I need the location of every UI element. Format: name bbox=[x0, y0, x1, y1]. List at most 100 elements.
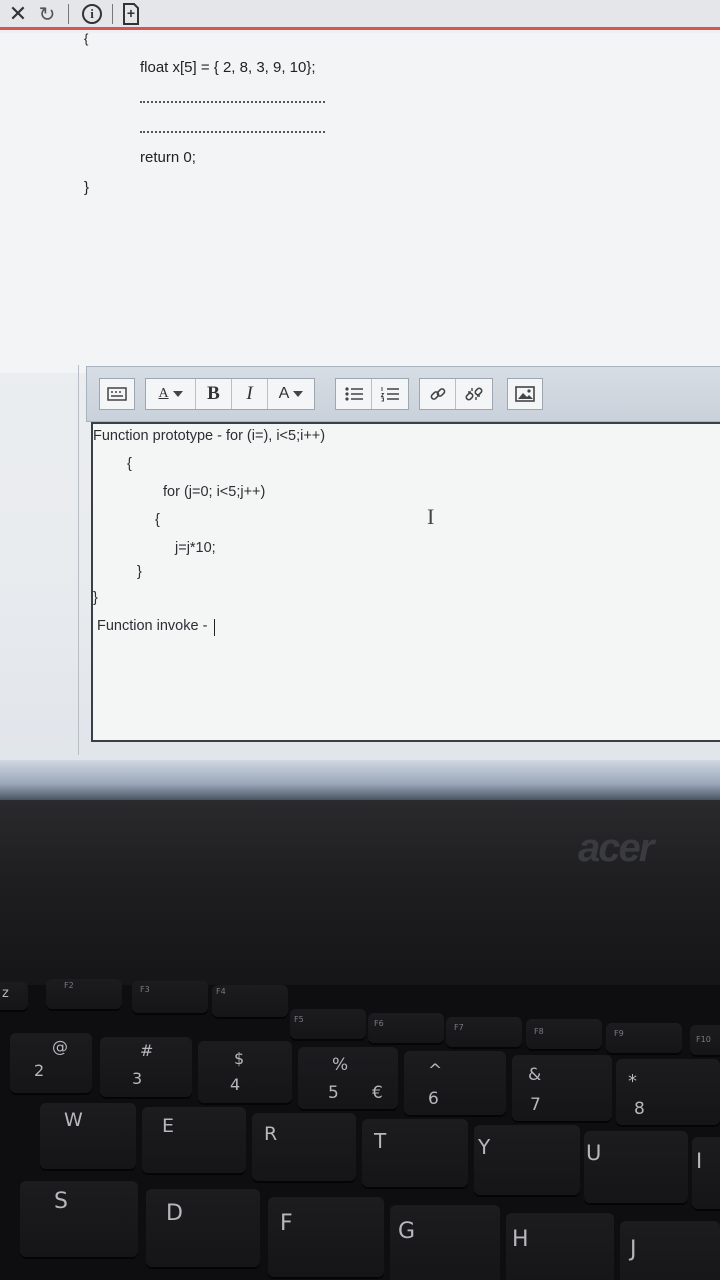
keyboard-icon[interactable] bbox=[100, 379, 134, 409]
key-f10: F10 bbox=[690, 1025, 720, 1055]
key-6-bottom: 6 bbox=[428, 1089, 439, 1109]
key-t: T bbox=[362, 1119, 468, 1187]
editor-toolbar: A B I A bbox=[86, 366, 720, 422]
key-f7: F7 bbox=[446, 1017, 522, 1047]
key-d: D bbox=[146, 1189, 260, 1267]
code-close-brace: } bbox=[84, 179, 90, 196]
new-document-plus: + bbox=[126, 5, 136, 21]
toolbar-group-links bbox=[419, 378, 493, 410]
answer-box-left-border bbox=[78, 365, 79, 755]
toolbar-divider bbox=[68, 4, 69, 24]
key-4-bottom: 4 bbox=[230, 1075, 241, 1094]
key-e-label: E bbox=[162, 1115, 175, 1137]
key-f7-label: F7 bbox=[454, 1023, 464, 1032]
key-f9: F9 bbox=[606, 1023, 682, 1053]
text-caret bbox=[214, 619, 215, 636]
key-f3: F3 bbox=[132, 981, 208, 1013]
numbered-list-icon[interactable] bbox=[372, 379, 408, 409]
toolbar-group-keyboard bbox=[99, 378, 135, 410]
bullet-list-icon[interactable] bbox=[336, 379, 372, 409]
insert-image-icon[interactable] bbox=[508, 379, 542, 409]
key-5: % 5 € bbox=[298, 1047, 398, 1109]
key-3-top: # bbox=[140, 1041, 154, 1060]
key-zz-label: z bbox=[2, 986, 9, 1001]
key-g: G bbox=[390, 1205, 500, 1280]
key-7-bottom: 7 bbox=[530, 1095, 541, 1115]
close-icon[interactable]: ✕ bbox=[6, 1, 30, 26]
key-y: Y bbox=[474, 1125, 580, 1195]
key-y-label: Y bbox=[478, 1135, 491, 1159]
new-document-icon[interactable]: + bbox=[120, 3, 142, 25]
code-return-line: return 0; bbox=[140, 149, 196, 166]
key-f4: F4 bbox=[212, 985, 288, 1017]
bold-button[interactable]: B bbox=[196, 379, 232, 409]
link-icon[interactable] bbox=[420, 379, 456, 409]
toolbar-group-format: A B I A bbox=[145, 378, 315, 410]
key-f3-label: F3 bbox=[140, 985, 150, 994]
key-5-top: % bbox=[332, 1055, 349, 1075]
blank-line-2 bbox=[140, 131, 325, 133]
key-i: I bbox=[692, 1137, 720, 1209]
laptop-brand-logo: acer bbox=[578, 826, 654, 870]
key-f-label: F bbox=[280, 1211, 293, 1236]
editor-line-invoke: Function invoke - bbox=[97, 618, 208, 634]
key-2: @ 2 bbox=[10, 1033, 92, 1093]
key-r: R bbox=[252, 1113, 356, 1181]
key-d-label: D bbox=[166, 1201, 183, 1226]
editor-line-inner-brace-close: } bbox=[137, 564, 142, 580]
key-fn-z: z bbox=[0, 982, 28, 1010]
key-w-label: W bbox=[64, 1109, 83, 1131]
key-f6: F6 bbox=[368, 1013, 444, 1043]
key-w: W bbox=[40, 1103, 136, 1169]
key-f: F bbox=[268, 1197, 384, 1277]
editor-line-statement: j=j*10; bbox=[175, 540, 216, 556]
key-h-label: H bbox=[512, 1227, 529, 1252]
key-f8: F8 bbox=[526, 1019, 602, 1049]
editor-line-inner-brace-open: { bbox=[155, 512, 160, 528]
toolbar-group-image bbox=[507, 378, 543, 410]
editor-line-prototype: Function prototype - for (i=), i<5;i++) bbox=[93, 428, 326, 444]
key-f5: F5 bbox=[290, 1009, 366, 1039]
key-3: # 3 bbox=[100, 1037, 192, 1097]
font-color-button[interactable]: A bbox=[268, 379, 314, 409]
key-h: H bbox=[506, 1213, 614, 1280]
key-f4-label: F4 bbox=[216, 987, 226, 996]
answer-text-area[interactable]: Function prototype - for (i=), i<5;i++) … bbox=[91, 422, 720, 742]
key-f10-label: F10 bbox=[696, 1035, 711, 1044]
toolbar-divider bbox=[112, 4, 113, 24]
key-8-top: * bbox=[628, 1071, 637, 1092]
key-4: $ 4 bbox=[198, 1041, 292, 1103]
key-2-bottom: 2 bbox=[34, 1061, 45, 1080]
key-f6-label: F6 bbox=[374, 1019, 384, 1028]
reload-icon[interactable]: ↻ bbox=[36, 3, 58, 26]
italic-button[interactable]: I bbox=[232, 379, 268, 409]
key-7-top: & bbox=[528, 1065, 542, 1085]
key-7: & 7 bbox=[512, 1055, 612, 1121]
info-icon[interactable]: i bbox=[80, 3, 104, 25]
editor-line-brace-open: { bbox=[127, 456, 132, 472]
font-size-button[interactable]: A bbox=[146, 379, 196, 409]
app-toolbar: ✕ ↻ i + bbox=[0, 0, 720, 30]
code-open-brace: { bbox=[84, 31, 89, 46]
unlink-icon[interactable] bbox=[456, 379, 492, 409]
question-code-panel: { float x[5] = { 2, 8, 3, 9, 10}; return… bbox=[0, 31, 720, 373]
info-icon-glyph: i bbox=[90, 6, 94, 21]
key-4-top: $ bbox=[234, 1049, 245, 1068]
key-e: E bbox=[142, 1107, 246, 1173]
key-f9-label: F9 bbox=[614, 1029, 624, 1038]
blank-line-1 bbox=[140, 101, 325, 103]
key-2-top: @ bbox=[52, 1037, 68, 1056]
key-f2: F2 bbox=[46, 979, 122, 1009]
editor-line-inner-for: for (j=0; i<5;j++) bbox=[163, 484, 266, 500]
laptop-keyboard: z F2 F3 F4 F5 F6 F7 F8 F9 F10 @ 2 # 3 $ … bbox=[0, 979, 720, 1280]
key-j: J bbox=[620, 1221, 720, 1280]
key-g-label: G bbox=[398, 1219, 416, 1244]
key-8: * 8 bbox=[616, 1059, 720, 1125]
screen: ✕ ↻ i + { float x[5] = { 2, 8, 3, 9, 10}… bbox=[0, 0, 720, 800]
toolbar-group-lists bbox=[335, 378, 409, 410]
key-i-label: I bbox=[696, 1149, 703, 1173]
code-float-array-line: float x[5] = { 2, 8, 3, 9, 10}; bbox=[140, 59, 316, 76]
key-8-bottom: 8 bbox=[634, 1099, 645, 1119]
font-size-label: A bbox=[158, 386, 169, 401]
key-f2-label: F2 bbox=[64, 981, 74, 990]
